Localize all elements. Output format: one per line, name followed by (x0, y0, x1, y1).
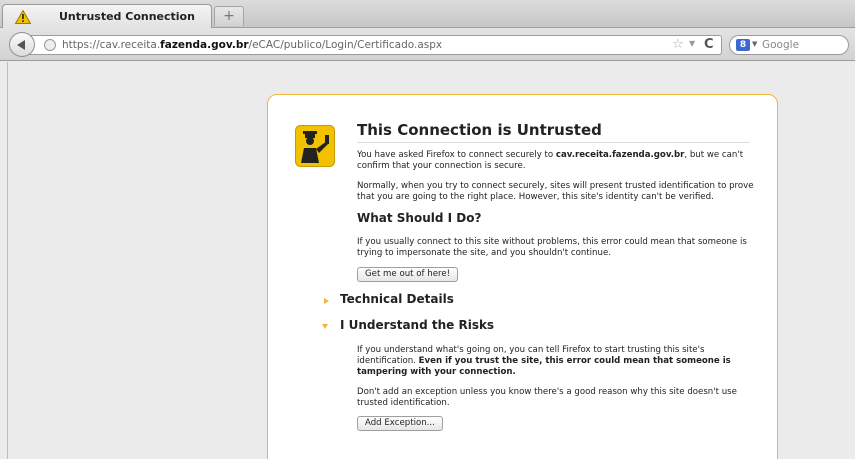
page-title: This Connection is Untrusted (357, 121, 750, 143)
search-bar[interactable]: 8 ▼ Google (729, 35, 849, 55)
tab-strip: Untrusted Connection + (0, 0, 855, 28)
chevron-down-icon[interactable]: ▼ (752, 40, 757, 48)
reload-icon[interactable]: C (704, 37, 714, 52)
search-input[interactable]: Google (762, 39, 799, 51)
risks-paragraph: If you understand what's going on, you c… (357, 345, 731, 377)
error-box: This Connection is Untrusted You have as… (267, 94, 778, 459)
what-should-i-do-text: If you usually connect to this site with… (357, 237, 747, 258)
add-exception-button[interactable]: Add Exception... (357, 416, 443, 431)
star-icon[interactable]: ☆ (672, 37, 684, 52)
technical-details-toggle[interactable]: Technical Details (340, 292, 454, 306)
normally-paragraph: Normally, when you try to connect secure… (357, 181, 754, 202)
back-button[interactable] (9, 32, 35, 57)
triangle-right-icon[interactable] (324, 298, 329, 304)
warning-icon (14, 9, 32, 28)
google-icon[interactable]: 8 (736, 39, 750, 51)
triangle-down-icon[interactable] (322, 324, 328, 329)
url-bar[interactable]: https://cav.receita.fazenda.gov.br/eCAC/… (27, 35, 722, 55)
chevron-down-icon[interactable]: ▼ (689, 39, 695, 48)
police-officer-icon (295, 125, 335, 167)
sidebar-edge (0, 62, 8, 459)
tab-title: Untrusted Connection (59, 10, 195, 23)
navigation-bar: https://cav.receita.fazenda.gov.br/eCAC/… (0, 28, 855, 61)
tab-untrusted-connection[interactable]: Untrusted Connection (2, 4, 212, 28)
globe-icon[interactable] (44, 39, 56, 51)
exception-paragraph: Don't add an exception unless you know t… (357, 387, 737, 408)
understand-risks-toggle[interactable]: I Understand the Risks (340, 318, 494, 332)
what-should-i-do-heading: What Should I Do? (357, 211, 482, 225)
url-text: https://cav.receita.fazenda.gov.br/eCAC/… (62, 39, 443, 51)
back-arrow-icon (17, 40, 25, 50)
get-me-out-button[interactable]: Get me out of here! (357, 267, 459, 282)
intro-paragraph: You have asked Firefox to connect secure… (357, 150, 744, 171)
new-tab-button[interactable]: + (214, 6, 244, 26)
